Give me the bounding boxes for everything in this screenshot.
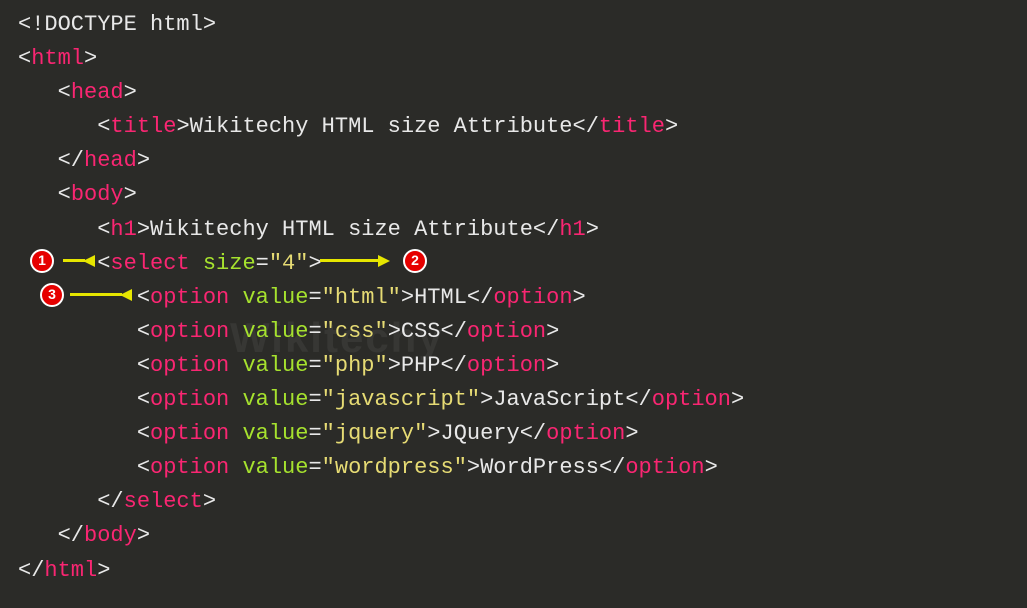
- code-line-title: <title>Wikitechy HTML size Attribute</ti…: [18, 110, 1009, 144]
- code-line-head-close: </head>: [18, 144, 1009, 178]
- code-line-html-close: </html>: [18, 554, 1009, 588]
- code-line-option-4: <option value="jquery">JQuery</option>: [18, 417, 1009, 451]
- annotation-badge-2: 2: [403, 249, 427, 273]
- code-line-option-1: <option value="css">CSS</option>: [18, 315, 1009, 349]
- code-line-select-open: <select size="4">: [18, 247, 1009, 281]
- code-line-option-0: <option value="html">HTML</option>: [18, 281, 1009, 315]
- code-line-select-close: </select>: [18, 485, 1009, 519]
- code-line-body-close: </body>: [18, 519, 1009, 553]
- annotation-badge-3: 3: [40, 283, 64, 307]
- code-line-body-open: <body>: [18, 178, 1009, 212]
- code-line-doctype: <!DOCTYPE html>: [18, 8, 1009, 42]
- code-line-h1: <h1>Wikitechy HTML size Attribute</h1>: [18, 213, 1009, 247]
- code-line-option-2: <option value="php">PHP</option>: [18, 349, 1009, 383]
- code-line-option-3: <option value="javascript">JavaScript</o…: [18, 383, 1009, 417]
- annotation-badge-1: 1: [30, 249, 54, 273]
- code-line-html-open: <html>: [18, 42, 1009, 76]
- code-line-option-5: <option value="wordpress">WordPress</opt…: [18, 451, 1009, 485]
- code-line-head-open: <head>: [18, 76, 1009, 110]
